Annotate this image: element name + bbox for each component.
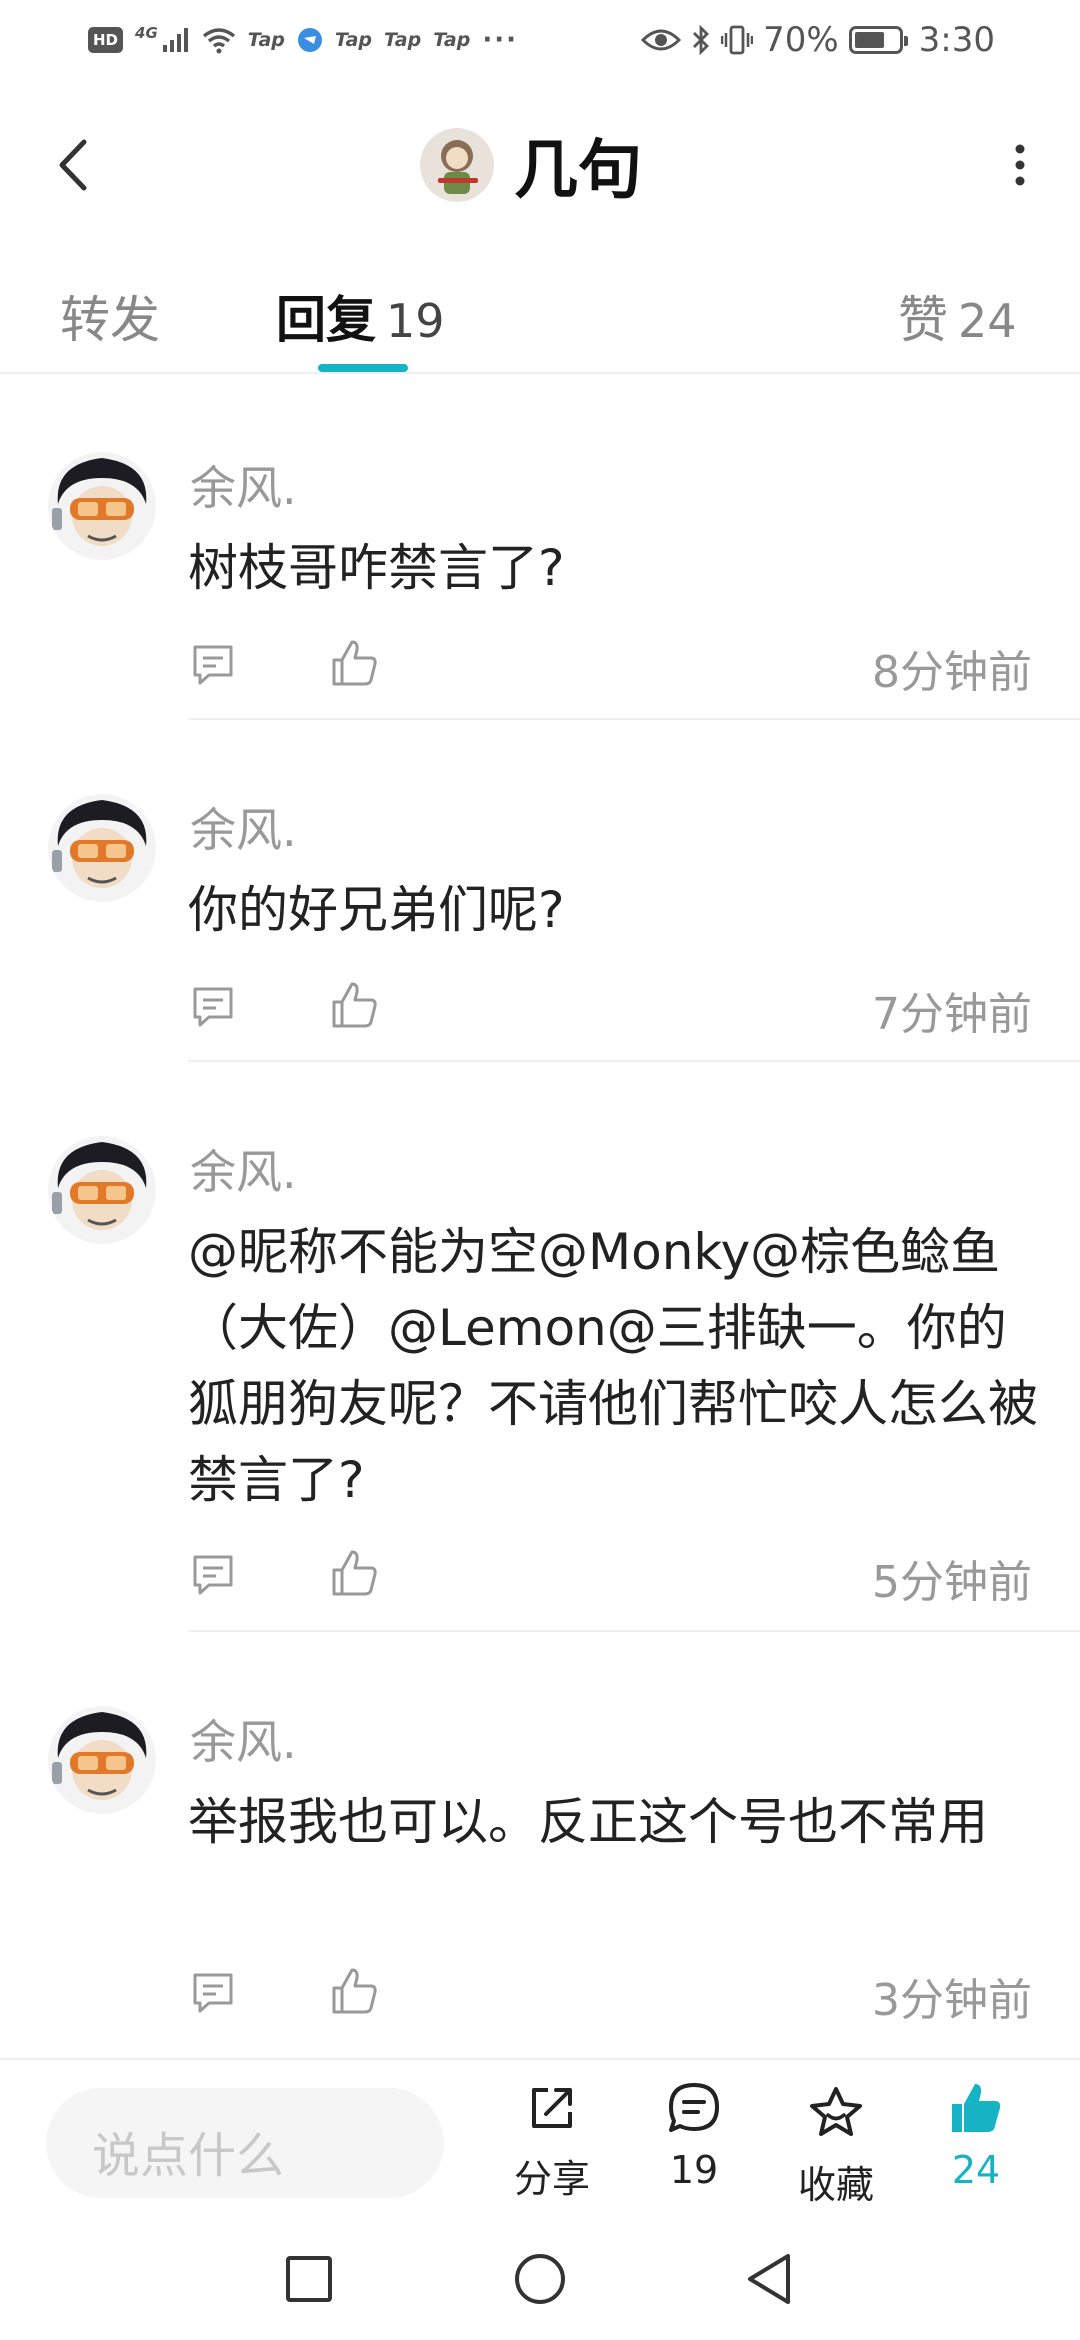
battery-percent: 70% <box>763 20 839 60</box>
tap-app-label-3: Tap <box>384 29 422 51</box>
commenter-name[interactable]: 余风. <box>190 452 297 518</box>
commenter-name[interactable]: 余风. <box>190 1136 297 1202</box>
share-button[interactable]: 分享 <box>502 2080 602 2203</box>
commenter-name[interactable]: 余风. <box>190 794 297 860</box>
comment-actions: 3分钟前 <box>190 1968 1040 2026</box>
reply-icon[interactable] <box>190 1970 236 2016</box>
commenter-avatar[interactable] <box>48 794 156 902</box>
screen: HD 4G Tap Tap Tap Tap ··· 70% 3:30 几句 转发… <box>0 0 1080 2340</box>
tab-label: 赞 <box>898 291 948 349</box>
like-icon[interactable] <box>330 980 378 1030</box>
comment-actions: 8分钟前 <box>190 640 1040 698</box>
vertical-dots-icon <box>1015 144 1025 186</box>
back-arrow-icon <box>59 139 87 191</box>
tap-app-label-1: Tap <box>247 29 285 51</box>
vibrate-icon <box>721 25 754 55</box>
header-user[interactable]: 几句 <box>420 122 642 208</box>
bluetooth-icon <box>693 24 710 56</box>
network-type: 4G <box>135 24 158 42</box>
tab-bar: 转发 回复 19 赞 24 <box>0 260 1080 374</box>
page-title: 几句 <box>514 134 642 208</box>
square-icon <box>286 2256 332 2302</box>
comment-time: 5分钟前 <box>872 1557 1032 1608</box>
more-options-button[interactable] <box>1010 140 1030 190</box>
recent-apps-button[interactable] <box>274 2244 344 2314</box>
app-header: 几句 <box>0 100 1080 230</box>
comment-text: 举报我也可以。反正这个号也不常用 <box>188 1793 988 1851</box>
comment-bubble-icon <box>669 2083 719 2132</box>
battery-icon <box>848 26 908 54</box>
comments-button[interactable]: 19 <box>644 2080 744 2192</box>
commenter-avatar[interactable] <box>48 1706 156 1814</box>
divider <box>188 1630 1080 1632</box>
tab-replies[interactable]: 回复 19 <box>276 280 445 352</box>
bottom-action-bar: 说点什么 分享 19 收藏 24 <box>0 2058 1080 2220</box>
signal-icon <box>162 28 188 52</box>
battery-level <box>854 32 885 48</box>
like-icon[interactable] <box>330 638 378 688</box>
tab-label: 转发 <box>60 291 160 349</box>
like-icon[interactable] <box>330 1966 378 2016</box>
thumbs-up-filled-icon <box>952 2084 1001 2132</box>
share-label: 分享 <box>513 2157 590 2201</box>
comment-time: 8分钟前 <box>872 647 1032 698</box>
home-button[interactable] <box>505 2244 575 2314</box>
system-navigation-bar <box>0 2220 1080 2340</box>
circle-icon <box>515 2254 565 2304</box>
comment-count: 19 <box>669 2148 719 2192</box>
back-button[interactable] <box>40 130 110 200</box>
tab-label: 回复 <box>276 291 376 349</box>
more-notifications-indicator: ··· <box>482 25 518 55</box>
like-button[interactable]: 24 <box>926 2080 1026 2192</box>
comment-input-placeholder: 说点什么 <box>92 2128 285 2184</box>
wifi-icon <box>202 28 235 54</box>
clock: 3:30 <box>918 20 995 60</box>
like-icon[interactable] <box>330 1548 378 1598</box>
reply-icon[interactable] <box>190 1552 236 1598</box>
reply-icon[interactable] <box>190 984 236 1030</box>
tap-app-label-4: Tap <box>433 29 471 51</box>
tap-app-icon <box>297 28 322 52</box>
user-avatar[interactable] <box>420 128 494 202</box>
tab-reposts[interactable]: 转发 <box>60 280 160 352</box>
active-tab-indicator <box>318 364 408 372</box>
commenter-avatar[interactable] <box>48 1136 156 1244</box>
status-bar: HD 4G Tap Tap Tap Tap ··· 70% 3:30 <box>0 0 1080 80</box>
tab-count: 24 <box>958 294 1017 348</box>
eye-icon <box>641 29 682 51</box>
comment-input[interactable]: 说点什么 <box>46 2088 444 2198</box>
commenter-name[interactable]: 余风. <box>190 1706 297 1772</box>
divider <box>188 718 1080 720</box>
like-count: 24 <box>951 2148 1001 2192</box>
comment-actions: 7分钟前 <box>190 982 1040 1040</box>
triangle-back-icon <box>748 2254 790 2304</box>
reply-icon[interactable] <box>190 642 236 688</box>
comment-time: 7分钟前 <box>872 989 1032 1040</box>
comment-text: 树枝哥咋禁言了? <box>188 539 565 597</box>
divider <box>188 1060 1080 1062</box>
nav-back-button[interactable] <box>736 2244 806 2314</box>
share-icon <box>532 2088 572 2128</box>
star-icon <box>810 2087 862 2136</box>
comment-text: @昵称不能为空@Monky@棕色鲶鱼（大佐）@Lemon@三排缺一。你的狐朋狗友… <box>188 1223 1038 1509</box>
favorite-button[interactable]: 收藏 <box>786 2080 886 2209</box>
battery-tip <box>903 36 908 46</box>
tab-likes[interactable]: 赞 24 <box>898 280 1017 352</box>
comment-time: 3分钟前 <box>872 1975 1032 2026</box>
commenter-avatar[interactable] <box>48 452 156 560</box>
tap-app-label-2: Tap <box>334 29 373 51</box>
tab-count: 19 <box>386 294 445 348</box>
hd-badge: HD <box>88 27 124 53</box>
favorite-label: 收藏 <box>797 2163 874 2207</box>
comment-text: 你的好兄弟们呢? <box>188 881 565 939</box>
comment-actions: 5分钟前 <box>190 1550 1040 1608</box>
